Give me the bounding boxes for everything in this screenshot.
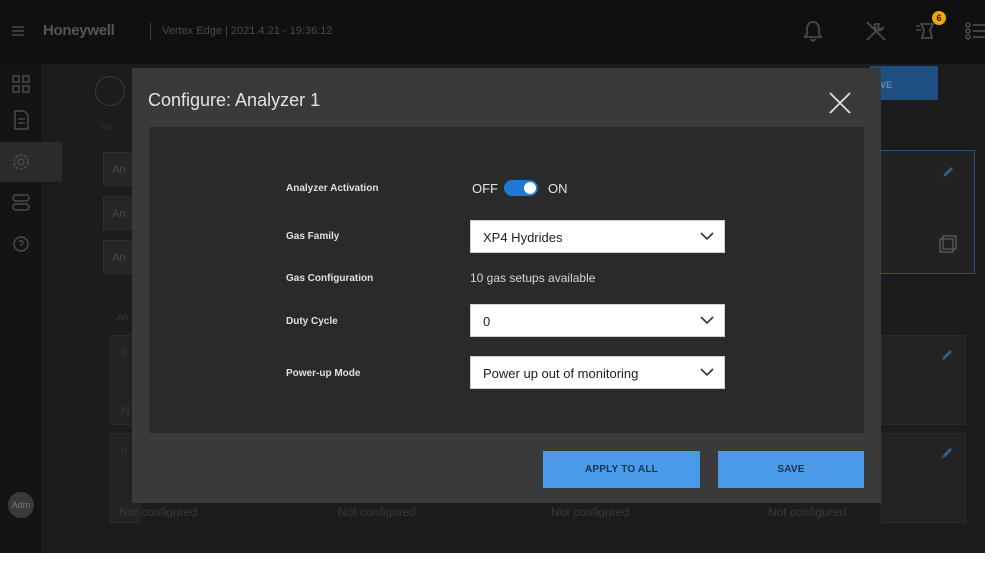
menu-icon[interactable] xyxy=(12,26,24,36)
help-icon[interactable] xyxy=(7,230,35,258)
left-navigation: Adm xyxy=(0,64,62,553)
app-window: Honeywell Vertex Edge | 2021.4.21 - 19:3… xyxy=(0,0,985,553)
top-bar: Honeywell Vertex Edge | 2021.4.21 - 19:3… xyxy=(0,0,985,64)
toggle-knob xyxy=(524,182,536,194)
screen: Honeywell Vertex Edge | 2021.4.21 - 19:3… xyxy=(0,0,985,561)
bell-icon[interactable] xyxy=(800,18,826,44)
gas-family-select[interactable]: XP4 Hydrides xyxy=(470,220,725,253)
toggle-on-label: ON xyxy=(548,180,568,196)
notification-badge: 6 xyxy=(932,11,946,25)
power-up-mode-value: Power up out of monitoring xyxy=(483,366,639,381)
card xyxy=(881,433,966,523)
chevron-down-icon xyxy=(700,368,714,377)
card-label: P xyxy=(121,446,128,456)
not-configured-label: Not configured xyxy=(119,505,198,519)
breadcrumb: Se xyxy=(100,122,112,132)
gas-family-label: Gas Family xyxy=(286,231,340,242)
duty-cycle-select[interactable]: 0 xyxy=(470,304,725,337)
dialog-title: Configure: Analyzer 1 xyxy=(148,90,321,110)
toggle-off-label: OFF xyxy=(472,180,498,196)
chevron-down-icon xyxy=(700,316,714,325)
document-icon[interactable] xyxy=(7,106,35,134)
power-up-mode-select[interactable]: Power up out of monitoring xyxy=(470,356,725,389)
brand-divider xyxy=(150,22,151,40)
analyzer-activation-toggle-group: OFF ON xyxy=(472,178,568,198)
gas-configuration-value: 10 gas setups available xyxy=(470,271,596,285)
not-configured-label: Not configured xyxy=(551,505,630,519)
back-button[interactable] xyxy=(95,76,125,106)
dialog-body: Analyzer Activation OFF ON Gas Family XP… xyxy=(149,127,864,433)
gas-family-value: XP4 Hydrides xyxy=(483,230,563,245)
chevron-down-icon xyxy=(700,232,714,241)
config-icon[interactable] xyxy=(7,188,35,216)
card-label: P xyxy=(121,348,128,358)
save-button[interactable]: SAVE xyxy=(718,451,864,488)
close-icon[interactable] xyxy=(826,89,854,117)
not-configured-label: Not configured xyxy=(338,505,417,519)
avatar[interactable]: Adm xyxy=(8,492,34,518)
tools-icon[interactable] xyxy=(863,18,889,44)
system-info: Vertex Edge | 2021.4.21 - 19:36:12 xyxy=(162,25,333,37)
grid-icon[interactable] xyxy=(7,70,35,98)
settings-icon[interactable] xyxy=(7,148,35,176)
analyzer-activation-label: Analyzer Activation xyxy=(286,183,379,194)
analyzer-activation-toggle[interactable] xyxy=(504,180,538,196)
power-up-mode-label: Power-up Mode xyxy=(286,368,361,379)
configure-dialog: Configure: Analyzer 1 Analyzer Activatio… xyxy=(132,68,881,503)
apply-to-all-button[interactable]: APPLY TO ALL xyxy=(543,451,700,488)
gas-configuration-label: Gas Configuration xyxy=(286,273,374,284)
copy-icon[interactable] xyxy=(937,233,959,255)
card xyxy=(881,335,966,425)
section-label: An xyxy=(117,312,129,322)
not-configured-label: Not configured xyxy=(768,505,847,519)
pencil-icon[interactable] xyxy=(940,348,954,362)
duty-cycle-label: Duty Cycle xyxy=(286,316,338,327)
list-settings-icon[interactable] xyxy=(963,18,985,44)
duty-cycle-value: 0 xyxy=(483,314,491,329)
card-label: N xyxy=(121,404,130,418)
pencil-icon[interactable] xyxy=(940,446,954,460)
pencil-icon[interactable] xyxy=(941,165,955,179)
brand-logo: Honeywell xyxy=(43,22,115,39)
selected-panel xyxy=(878,150,975,274)
